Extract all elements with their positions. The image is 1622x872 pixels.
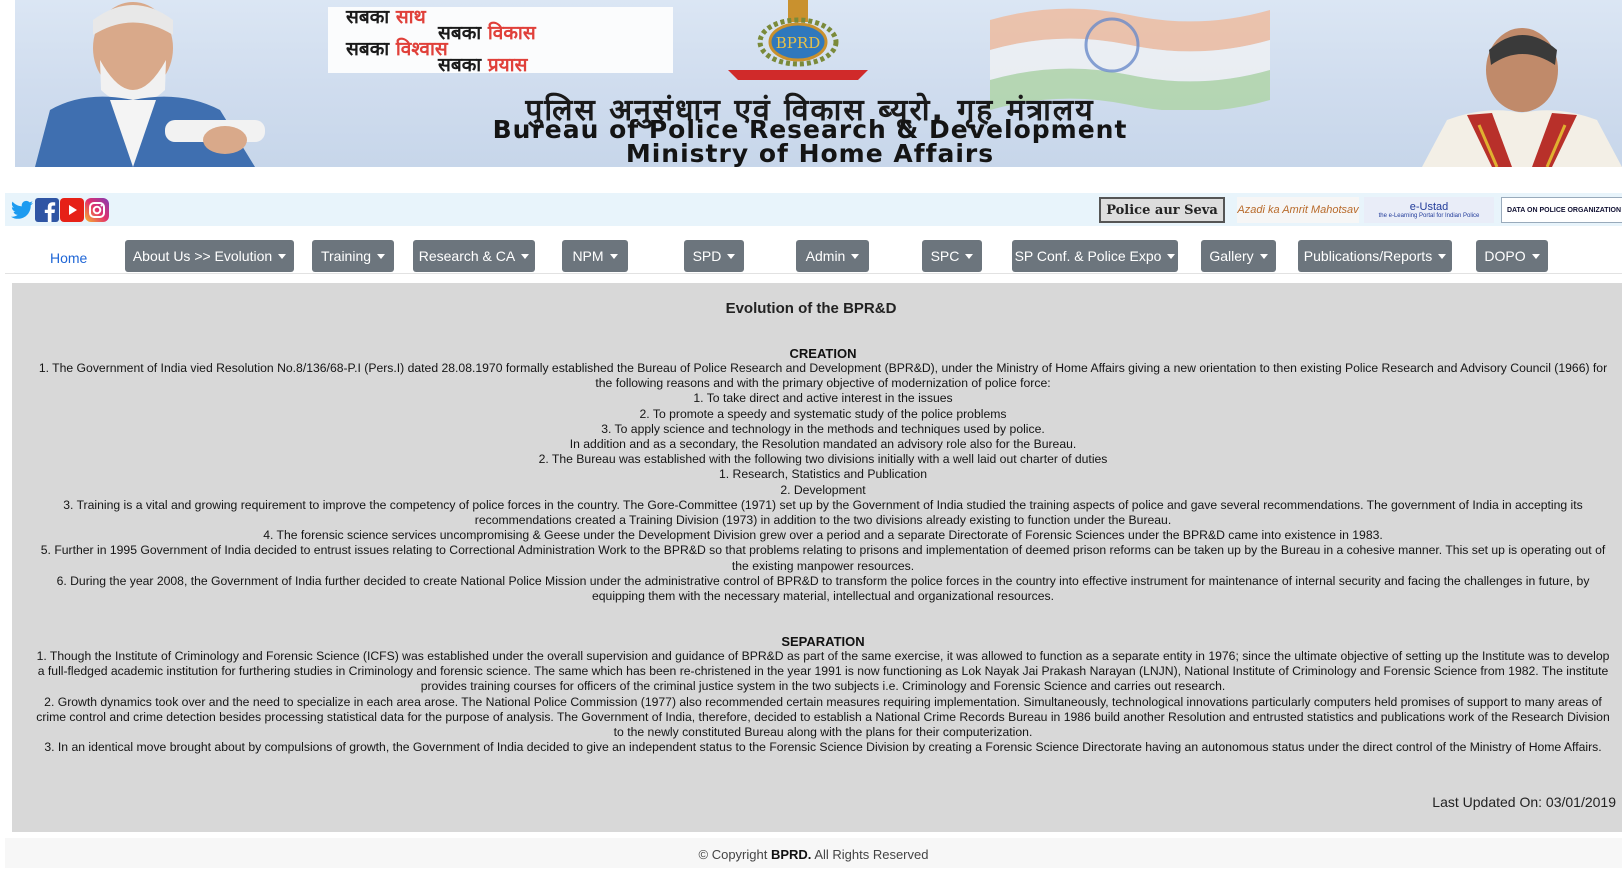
separation-paragraph: 3. In an identical move brought about by… xyxy=(44,740,1602,755)
nav-label: About Us >> Evolution xyxy=(132,248,273,264)
creation-paragraph: 4. The forensic science services uncompr… xyxy=(263,528,1383,543)
chevron-down-icon xyxy=(1438,254,1447,259)
nav-npm[interactable]: NPM xyxy=(562,240,628,272)
emblem-text: BPRD xyxy=(776,34,820,52)
nav-label: SPD xyxy=(692,248,722,264)
slogan-highlight: विकास xyxy=(487,22,536,44)
nav-home-link[interactable]: Home xyxy=(50,250,87,266)
nav-label: Research & CA xyxy=(418,248,516,264)
e-ustad-subtitle: the e-Learning Portal for Indian Police xyxy=(1378,213,1480,219)
english-title-line-2: Ministry of Home Affairs xyxy=(625,139,995,167)
main-content: Evolution of the BPR&D CREATION 1. The G… xyxy=(12,283,1622,832)
nav-spc[interactable]: SPC xyxy=(922,240,982,272)
creation-paragraph: 2. Development xyxy=(780,482,866,497)
chevron-down-icon xyxy=(1531,254,1540,259)
creation-paragraph: 2. To promote a speedy and systematic st… xyxy=(639,406,1007,421)
portrait-left-image xyxy=(35,2,265,167)
slogan-highlight: प्रयास xyxy=(487,54,528,76)
nav-spd[interactable]: SPD xyxy=(684,240,744,272)
e-ustad-logo[interactable]: e-Ustad the e-Learning Portal for Indian… xyxy=(1364,197,1494,223)
chevron-down-icon xyxy=(278,254,287,259)
creation-section: CREATION 1. The Government of India vied… xyxy=(32,346,1614,604)
nav-training[interactable]: Training xyxy=(312,240,394,272)
footer: © Copyright BPRD. All Rights Reserved xyxy=(5,838,1622,868)
nav-label: Publications/Reports xyxy=(1303,248,1433,264)
youtube-icon[interactable] xyxy=(59,197,84,222)
creation-paragraph: 3. Training is a vital and growing requi… xyxy=(63,497,1583,528)
dopo-logo[interactable]: DATA ON POLICE ORGANIZATION xyxy=(1501,197,1622,223)
separation-paragraph: 2. Growth dynamics took over and the nee… xyxy=(36,694,1610,740)
nav-label: Admin xyxy=(805,248,846,264)
nav-admin[interactable]: Admin xyxy=(796,240,869,272)
creation-paragraph: 1. The Government of India vied Resoluti… xyxy=(38,361,1608,391)
social-links-bar: Police aur Seva Azadi ka Amrit Mahotsav … xyxy=(5,193,1622,226)
copyright-prefix: © Copyright xyxy=(698,847,771,862)
slogan-word: सबका xyxy=(438,54,488,76)
chevron-down-icon xyxy=(377,254,386,259)
chevron-down-icon xyxy=(1259,254,1268,259)
nav-publications-reports[interactable]: Publications/Reports xyxy=(1298,240,1452,272)
copyright-brand: BPRD. xyxy=(770,847,812,862)
social-icons xyxy=(9,197,109,222)
nav-gallery[interactable]: Gallery xyxy=(1201,240,1276,272)
nav-research-ca[interactable]: Research & CA xyxy=(413,240,535,272)
chevron-down-icon xyxy=(521,254,530,259)
nav-label: DOPO xyxy=(1484,248,1526,264)
english-title: Bureau of Police Research & Development … xyxy=(360,117,1260,167)
slogan-highlight: साथ xyxy=(395,6,426,28)
chevron-down-icon xyxy=(1167,254,1176,259)
header-banner: सबका साथ सबका विकास सबका विश्वास सबका प्… xyxy=(15,0,1622,167)
nav-dopo[interactable]: DOPO xyxy=(1476,240,1548,272)
twitter-icon[interactable] xyxy=(9,197,34,222)
creation-paragraph: 3. To apply science and technology in th… xyxy=(601,421,1045,436)
last-updated-text: Last Updated On: 03/01/2019 xyxy=(1432,794,1616,810)
creation-paragraph: 6. During the year 2008, the Government … xyxy=(56,573,1590,604)
creation-paragraph: 5. Further in 1995 Government of India d… xyxy=(40,543,1606,573)
nav-label: Training xyxy=(320,248,372,264)
facebook-icon[interactable] xyxy=(34,197,59,222)
chevron-down-icon xyxy=(609,254,618,259)
instagram-icon[interactable] xyxy=(84,197,109,222)
slogan-word: सबका xyxy=(346,38,396,60)
nav-about-us[interactable]: About Us >> Evolution xyxy=(125,240,294,272)
chevron-down-icon xyxy=(727,254,736,259)
nav-label: NPM xyxy=(572,248,604,264)
nav-label: SPC xyxy=(930,248,960,264)
chevron-down-icon xyxy=(965,254,974,259)
creation-paragraph: In addition and as a secondary, the Reso… xyxy=(569,437,1077,452)
police-aur-seva-logo[interactable]: Police aur Seva xyxy=(1099,197,1225,223)
copyright-suffix: All Rights Reserved xyxy=(811,847,929,862)
separation-paragraph: 1. Though the Institute of Criminology a… xyxy=(36,649,1610,694)
creation-heading: CREATION xyxy=(789,346,857,361)
page: सबका साथ सबका विकास सबका विश्वास सबका प्… xyxy=(0,0,1622,872)
chevron-down-icon xyxy=(851,254,860,259)
nav-label: Gallery xyxy=(1209,248,1254,264)
separation-section: SEPARATION 1. Though the Institute of Cr… xyxy=(32,634,1614,755)
creation-paragraph: 1. Research, Statistics and Publication xyxy=(719,467,927,482)
slogan-word: सबका xyxy=(346,6,396,28)
azadi-ka-amrit-mahotsav-logo[interactable]: Azadi ka Amrit Mahotsav xyxy=(1237,197,1359,223)
nav-label: SP Conf. & Police Expo xyxy=(1014,248,1162,264)
e-ustad-title: e-Ustad xyxy=(1409,201,1449,213)
portrait-right-image xyxy=(1422,28,1622,167)
page-title: Evolution of the BPR&D xyxy=(725,300,897,317)
separation-heading: SEPARATION xyxy=(781,634,865,649)
slogan-box: सबका साथ सबका विकास सबका विश्वास सबका प्… xyxy=(328,6,673,76)
nav-sp-conf-police-expo[interactable]: SP Conf. & Police Expo xyxy=(1012,240,1178,272)
creation-paragraph: 2. The Bureau was established with the f… xyxy=(538,452,1108,467)
creation-paragraph: 1. To take direct and active interest in… xyxy=(693,391,953,406)
main-navigation: Home About Us >> Evolution Training Rese… xyxy=(5,238,1622,274)
bprd-emblem-logo: BPRD xyxy=(728,0,868,80)
